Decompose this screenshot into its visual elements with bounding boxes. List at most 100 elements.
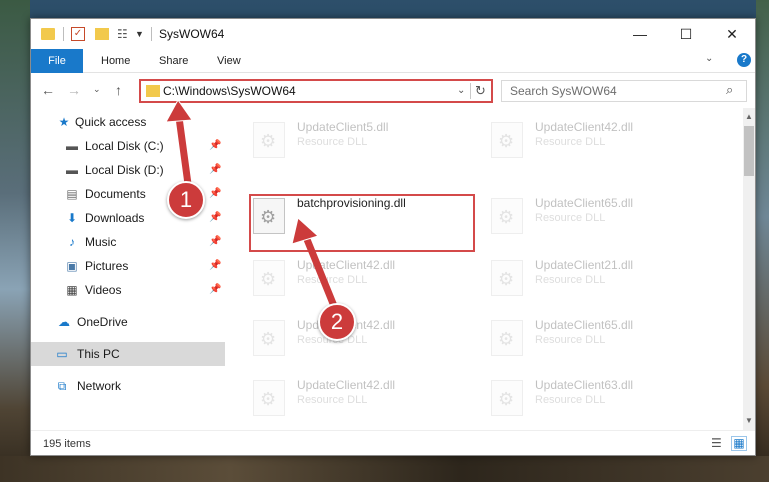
file-name: UpdateClient42.dll bbox=[535, 120, 634, 134]
dll-file-icon bbox=[491, 122, 523, 158]
ribbon-tabs: File Home Share View ⌄ ? bbox=[31, 49, 755, 73]
nav-item-pictures[interactable]: ▣ Pictures 📌 bbox=[31, 254, 225, 278]
computer-icon: ▭ bbox=[56, 347, 68, 361]
search-icon[interactable]: ⌕ bbox=[726, 82, 733, 98]
tab-share[interactable]: Share bbox=[159, 49, 188, 73]
new-folder-icon[interactable] bbox=[95, 28, 109, 40]
details-view-icon[interactable]: ☰ bbox=[711, 436, 722, 450]
nav-item-this-pc[interactable]: ▭ This PC bbox=[31, 342, 225, 366]
large-icons-view-icon[interactable]: ▦ bbox=[731, 436, 747, 451]
dll-file-icon bbox=[253, 260, 285, 296]
tab-view[interactable]: View bbox=[217, 49, 241, 73]
search-input[interactable]: Search SysWOW64 ⌕ bbox=[501, 80, 747, 102]
pin-icon[interactable]: 📌 bbox=[209, 236, 221, 247]
file-list: UpdateClient5.dll Resource DLL UpdateCli… bbox=[227, 108, 743, 430]
pin-icon[interactable]: 📌 bbox=[209, 188, 221, 199]
properties-icon[interactable]: ✓ bbox=[71, 27, 85, 41]
help-icon[interactable]: ? bbox=[737, 53, 751, 67]
nav-item-music[interactable]: ♪ Music 📌 bbox=[31, 230, 225, 254]
view-toggle-icon[interactable]: ☷ bbox=[117, 27, 131, 41]
pictures-icon: ▣ bbox=[66, 259, 78, 273]
search-placeholder: Search SysWOW64 bbox=[510, 84, 617, 98]
file-type: Resource DLL bbox=[297, 394, 368, 406]
star-icon: ★ bbox=[58, 115, 70, 129]
dll-file-icon bbox=[253, 320, 285, 356]
nav-item-local-disk-d[interactable]: ▬ Local Disk (D:) 📌 bbox=[31, 158, 225, 182]
file-name: UpdateClient65.dll bbox=[535, 318, 634, 332]
title-separator bbox=[151, 27, 152, 41]
nav-item-label: OneDrive bbox=[77, 315, 128, 329]
desktop-background-right bbox=[756, 0, 769, 482]
callout-step-2: 2 bbox=[318, 303, 356, 341]
file-item[interactable]: UpdateClient65.dll Resource DLL bbox=[491, 316, 721, 372]
file-item[interactable]: UpdateClient42.dll Resource DLL bbox=[253, 376, 483, 432]
quick-access-separator bbox=[63, 27, 64, 41]
scroll-up-icon[interactable]: ▲ bbox=[745, 112, 753, 121]
vertical-scrollbar[interactable]: ▲ ▼ bbox=[743, 108, 755, 430]
file-item[interactable]: UpdateClient42.dll Resource DLL bbox=[491, 118, 721, 174]
nav-item-label: Videos bbox=[85, 283, 122, 297]
nav-item-label: Pictures bbox=[85, 259, 129, 273]
file-item[interactable]: UpdateClient63.dll Resource DLL bbox=[491, 376, 721, 432]
chevron-down-icon[interactable]: ⌄ bbox=[705, 53, 713, 64]
file-highlight-box bbox=[249, 194, 475, 252]
pin-icon[interactable]: 📌 bbox=[209, 284, 221, 295]
folder-icon bbox=[41, 28, 55, 40]
refresh-icon[interactable]: ↻ bbox=[475, 83, 486, 99]
nav-item-videos[interactable]: ▦ Videos 📌 bbox=[31, 278, 225, 302]
nav-item-label: Music bbox=[85, 235, 117, 249]
quick-access-dropdown-icon[interactable]: ▼ bbox=[135, 27, 144, 43]
file-name: UpdateClient65.dll bbox=[535, 196, 634, 210]
address-bar[interactable]: C:\Windows\SysWOW64 ⌄ ↻ bbox=[139, 79, 493, 103]
file-item[interactable]: UpdateClient42.dll Resource DLL bbox=[253, 316, 483, 372]
minimize-button[interactable]: — bbox=[617, 19, 663, 49]
scroll-thumb[interactable] bbox=[744, 126, 754, 176]
dll-file-icon bbox=[491, 380, 523, 416]
nav-item-label: This PC bbox=[77, 347, 120, 361]
address-path[interactable]: C:\Windows\SysWOW64 bbox=[163, 84, 296, 98]
recent-locations-button[interactable]: ⌄ bbox=[93, 84, 101, 95]
nav-item-quick-access[interactable]: ★ Quick access bbox=[31, 110, 225, 134]
forward-button[interactable]: → bbox=[67, 82, 81, 98]
nav-item-label: Downloads bbox=[85, 211, 145, 225]
dll-file-icon bbox=[253, 122, 285, 158]
file-name: UpdateClient5.dll bbox=[297, 120, 389, 134]
file-item[interactable]: UpdateClient65.dll Resource DLL bbox=[491, 194, 721, 250]
file-name: UpdateClient42.dll bbox=[297, 258, 396, 272]
network-icon: ⧉ bbox=[57, 379, 67, 393]
address-divider bbox=[470, 83, 471, 99]
nav-item-label: Local Disk (C:) bbox=[85, 139, 164, 153]
pin-icon[interactable]: 📌 bbox=[209, 260, 221, 271]
dll-file-icon bbox=[253, 380, 285, 416]
up-button[interactable]: ↑ bbox=[115, 82, 122, 98]
download-icon: ⬇ bbox=[66, 211, 78, 225]
nav-item-network[interactable]: ⧉ Network bbox=[31, 374, 225, 398]
callout-step-1: 1 bbox=[167, 181, 205, 219]
close-button[interactable]: ✕ bbox=[709, 19, 755, 49]
pin-icon[interactable]: 📌 bbox=[209, 212, 221, 223]
file-type: Resource DLL bbox=[535, 394, 606, 406]
navigation-bar: ← → ⌄ ↑ C:\Windows\SysWOW64 ⌄ ↻ Search S… bbox=[31, 74, 755, 108]
file-explorer-window: ✓ ☷ ▼ SysWOW64 — ☐ ✕ File Home Share Vie… bbox=[30, 18, 756, 456]
pin-icon[interactable]: 📌 bbox=[209, 164, 221, 175]
window-title: SysWOW64 bbox=[159, 27, 225, 41]
address-dropdown-icon[interactable]: ⌄ bbox=[457, 85, 465, 96]
desktop-background-left bbox=[0, 0, 30, 482]
pin-icon[interactable]: 📌 bbox=[209, 140, 221, 151]
file-item[interactable]: UpdateClient21.dll Resource DLL bbox=[491, 256, 721, 312]
scroll-down-icon[interactable]: ▼ bbox=[745, 416, 753, 425]
file-type: Resource DLL bbox=[535, 212, 606, 224]
maximize-button[interactable]: ☐ bbox=[663, 19, 709, 49]
tab-file[interactable]: File bbox=[31, 49, 83, 73]
tab-home[interactable]: Home bbox=[101, 49, 130, 73]
back-button[interactable]: ← bbox=[41, 82, 55, 98]
nav-item-local-disk-c[interactable]: ▬ Local Disk (C:) 📌 bbox=[31, 134, 225, 158]
dll-file-icon bbox=[491, 260, 523, 296]
file-item[interactable]: UpdateClient5.dll Resource DLL bbox=[253, 118, 483, 174]
nav-item-onedrive[interactable]: ☁ OneDrive bbox=[31, 310, 225, 334]
file-item[interactable]: UpdateClient42.dll Resource DLL bbox=[253, 256, 483, 312]
nav-item-label: Network bbox=[77, 379, 122, 393]
file-type: Resource DLL bbox=[297, 136, 368, 148]
nav-item-label: Documents bbox=[85, 187, 146, 201]
folder-icon bbox=[146, 85, 160, 97]
